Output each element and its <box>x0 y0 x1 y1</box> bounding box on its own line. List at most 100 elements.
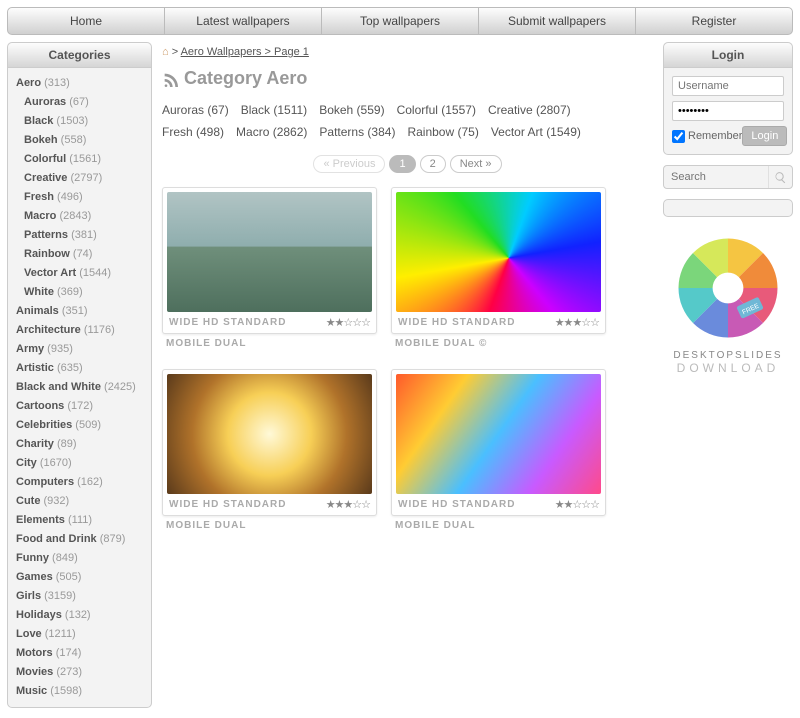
category-link[interactable]: Motors <box>16 647 53 659</box>
pager-page: 1 <box>389 155 415 173</box>
category-link[interactable]: Patterns <box>24 229 68 241</box>
wallpaper-card-wrap: WIDE HD STANDARD★★★☆☆MOBILE DUAL <box>162 369 377 537</box>
category-link[interactable]: Artistic <box>16 362 54 374</box>
subcategory-link[interactable]: Macro (2862) <box>236 121 307 143</box>
category-link[interactable]: Creative <box>24 172 67 184</box>
wallpaper-card[interactable]: WIDE HD STANDARD★★☆☆☆ <box>391 369 606 516</box>
category-link[interactable]: Celebrities <box>16 419 72 431</box>
main-content: ⌂ > Aero Wallpapers > Page 1 Category Ae… <box>162 42 653 708</box>
category-link[interactable]: Music <box>16 685 47 697</box>
category-link[interactable]: Colorful <box>24 153 66 165</box>
category-link[interactable]: Animals <box>16 305 59 317</box>
subcategory-link[interactable]: Colorful (1557) <box>397 99 476 121</box>
category-link[interactable]: Food and Drink <box>16 533 97 545</box>
format-label: WIDE HD STANDARD <box>169 317 286 328</box>
rating-stars: ★★☆☆☆ <box>555 498 599 511</box>
meta-label: MOBILE DUAL © <box>391 334 606 355</box>
remember-checkbox[interactable] <box>672 130 685 143</box>
category-link[interactable]: Rainbow <box>24 248 70 260</box>
pager-next[interactable]: Next » <box>450 155 502 173</box>
category-link[interactable]: Movies <box>16 666 53 678</box>
category-link[interactable]: Funny <box>16 552 49 564</box>
category-link[interactable]: Architecture <box>16 324 81 336</box>
login-box: Login Remember Login <box>663 42 793 155</box>
promo-wheel-icon: FREE <box>673 233 783 343</box>
search-input[interactable] <box>664 166 768 188</box>
category-link[interactable]: Elements <box>16 514 65 526</box>
wallpaper-thumb[interactable] <box>396 374 601 494</box>
category-item: Love (1211) <box>16 625 143 644</box>
subcategory-link[interactable]: Bokeh (559) <box>319 99 384 121</box>
nav-top-wallpapers[interactable]: Top wallpapers <box>322 8 479 34</box>
category-item: Funny (849) <box>16 549 143 568</box>
subcategory-link[interactable]: Fresh (498) <box>162 121 224 143</box>
category-item: Patterns (381) <box>16 226 143 245</box>
sidebar-title: Categories <box>8 43 151 68</box>
category-item: Girls (3159) <box>16 587 143 606</box>
category-link[interactable]: Aero <box>16 77 41 89</box>
breadcrumb-link[interactable]: Aero Wallpapers > Page 1 <box>181 46 309 58</box>
category-item: Rainbow (74) <box>16 245 143 264</box>
subcategory-link[interactable]: Patterns (384) <box>319 121 395 143</box>
subcategory-link[interactable]: Vector Art (1549) <box>491 121 581 143</box>
rating-stars: ★★☆☆☆ <box>326 316 370 329</box>
pager-prev: « Previous <box>313 155 385 173</box>
category-link[interactable]: Games <box>16 571 53 583</box>
category-item: Motors (174) <box>16 644 143 663</box>
subcategory-link[interactable]: Rainbow (75) <box>407 121 478 143</box>
password-input[interactable] <box>672 101 784 121</box>
login-button[interactable]: Login <box>742 126 787 146</box>
category-link[interactable]: Vector Art <box>24 267 76 279</box>
home-icon[interactable]: ⌂ <box>162 46 169 58</box>
category-link[interactable]: White <box>24 286 54 298</box>
nav-home[interactable]: Home <box>8 8 165 34</box>
subcategory-link[interactable]: Black (1511) <box>241 99 307 121</box>
category-item: Bokeh (558) <box>16 131 143 150</box>
category-link[interactable]: Computers <box>16 476 74 488</box>
category-link[interactable]: Love <box>16 628 42 640</box>
category-item: Auroras (67) <box>16 93 143 112</box>
nav-submit-wallpapers[interactable]: Submit wallpapers <box>479 8 636 34</box>
category-link[interactable]: Bokeh <box>24 134 58 146</box>
category-link[interactable]: Black and White <box>16 381 101 393</box>
rating-stars: ★★★☆☆ <box>326 498 370 511</box>
category-item: Vector Art (1544) <box>16 264 143 283</box>
category-link[interactable]: Fresh <box>24 191 54 203</box>
category-item: Creative (2797) <box>16 169 143 188</box>
rss-icon[interactable] <box>162 71 178 87</box>
category-item: Black (1503) <box>16 112 143 131</box>
subcategory-link[interactable]: Auroras (67) <box>162 99 229 121</box>
nav-register[interactable]: Register <box>636 8 792 34</box>
category-link[interactable]: Army <box>16 343 44 355</box>
search-icon[interactable] <box>768 166 792 188</box>
wallpaper-thumb[interactable] <box>167 192 372 312</box>
category-link[interactable]: Macro <box>24 210 56 222</box>
wallpaper-card[interactable]: WIDE HD STANDARD★★★☆☆ <box>162 369 377 516</box>
breadcrumb: ⌂ > Aero Wallpapers > Page 1 <box>162 42 653 62</box>
promo-line2: DOWNLOAD <box>663 361 793 375</box>
category-link[interactable]: City <box>16 457 37 469</box>
nav-latest-wallpapers[interactable]: Latest wallpapers <box>165 8 322 34</box>
category-link[interactable]: Holidays <box>16 609 62 621</box>
category-link[interactable]: Auroras <box>24 96 66 108</box>
promo[interactable]: FREE DESKTOPSLIDES DOWNLOAD <box>663 227 793 381</box>
category-item: Charity (89) <box>16 435 143 454</box>
category-link[interactable]: Charity <box>16 438 54 450</box>
wallpaper-card[interactable]: WIDE HD STANDARD ★★☆☆☆ <box>162 187 377 334</box>
wallpaper-thumb[interactable] <box>396 192 601 312</box>
username-input[interactable] <box>672 76 784 96</box>
meta-label: MOBILE DUAL <box>162 516 377 537</box>
subcategory-link[interactable]: Creative (2807) <box>488 99 571 121</box>
meta-label: MOBILE DUAL <box>162 334 377 355</box>
category-item: White (369) <box>16 283 143 302</box>
wallpaper-thumb[interactable] <box>167 374 372 494</box>
category-link[interactable]: Girls <box>16 590 41 602</box>
wallpaper-card[interactable]: WIDE HD STANDARD★★★☆☆ <box>391 187 606 334</box>
category-item: Music (1598) <box>16 682 143 701</box>
pager-page[interactable]: 2 <box>420 155 446 173</box>
category-link[interactable]: Black <box>24 115 53 127</box>
category-item: Animals (351) <box>16 302 143 321</box>
category-link[interactable]: Cartoons <box>16 400 64 412</box>
category-link[interactable]: Cute <box>16 495 40 507</box>
remember-label[interactable]: Remember <box>672 130 742 143</box>
